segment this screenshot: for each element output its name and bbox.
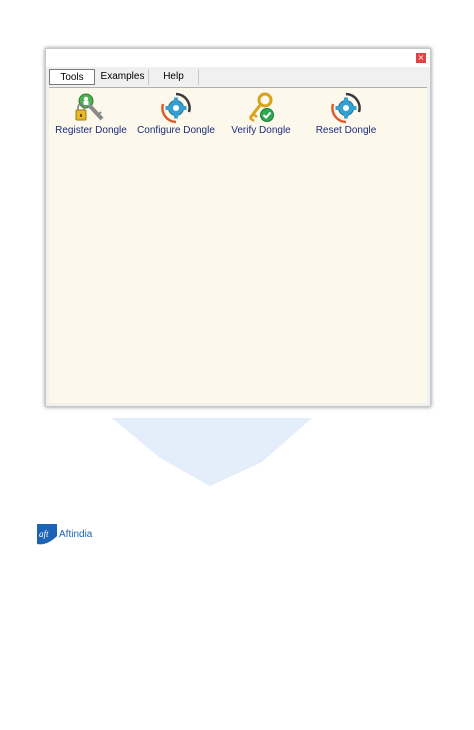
reset-dongle-label: Reset Dongle <box>315 125 377 136</box>
logo-mark: aft <box>39 529 49 539</box>
verify-dongle-button[interactable]: Verify Dongle <box>219 92 303 136</box>
gear-refresh-icon <box>161 92 191 124</box>
tab-tools[interactable]: Tools <box>49 69 95 85</box>
tab-examples[interactable]: Examples <box>97 69 149 85</box>
tab-help[interactable]: Help <box>149 69 199 85</box>
gear-refresh-icon <box>331 92 361 124</box>
register-dongle-button[interactable]: Register Dongle <box>49 92 133 136</box>
tab-bar: Tools Examples Help <box>46 67 430 87</box>
tools-panel: Register Dongle Configure Dongle Verify … <box>49 87 427 403</box>
close-button[interactable]: × <box>416 53 426 63</box>
key-check-icon <box>248 92 274 122</box>
reset-dongle-button[interactable]: Reset Dongle <box>304 92 388 136</box>
configure-dongle-label: Configure Dongle <box>137 125 215 136</box>
aftindia-logo-icon: aft <box>37 524 57 545</box>
brand-name: Aftindia <box>59 529 93 540</box>
app-window: × Tools Examples Help Register Dongle Co… <box>45 48 431 407</box>
configure-dongle-button[interactable]: Configure Dongle <box>134 92 218 136</box>
verify-dongle-label: Verify Dongle <box>231 125 291 136</box>
register-key-lock-icon <box>75 93 104 121</box>
title-bar: × <box>46 49 430 67</box>
register-dongle-label: Register Dongle <box>55 125 127 136</box>
